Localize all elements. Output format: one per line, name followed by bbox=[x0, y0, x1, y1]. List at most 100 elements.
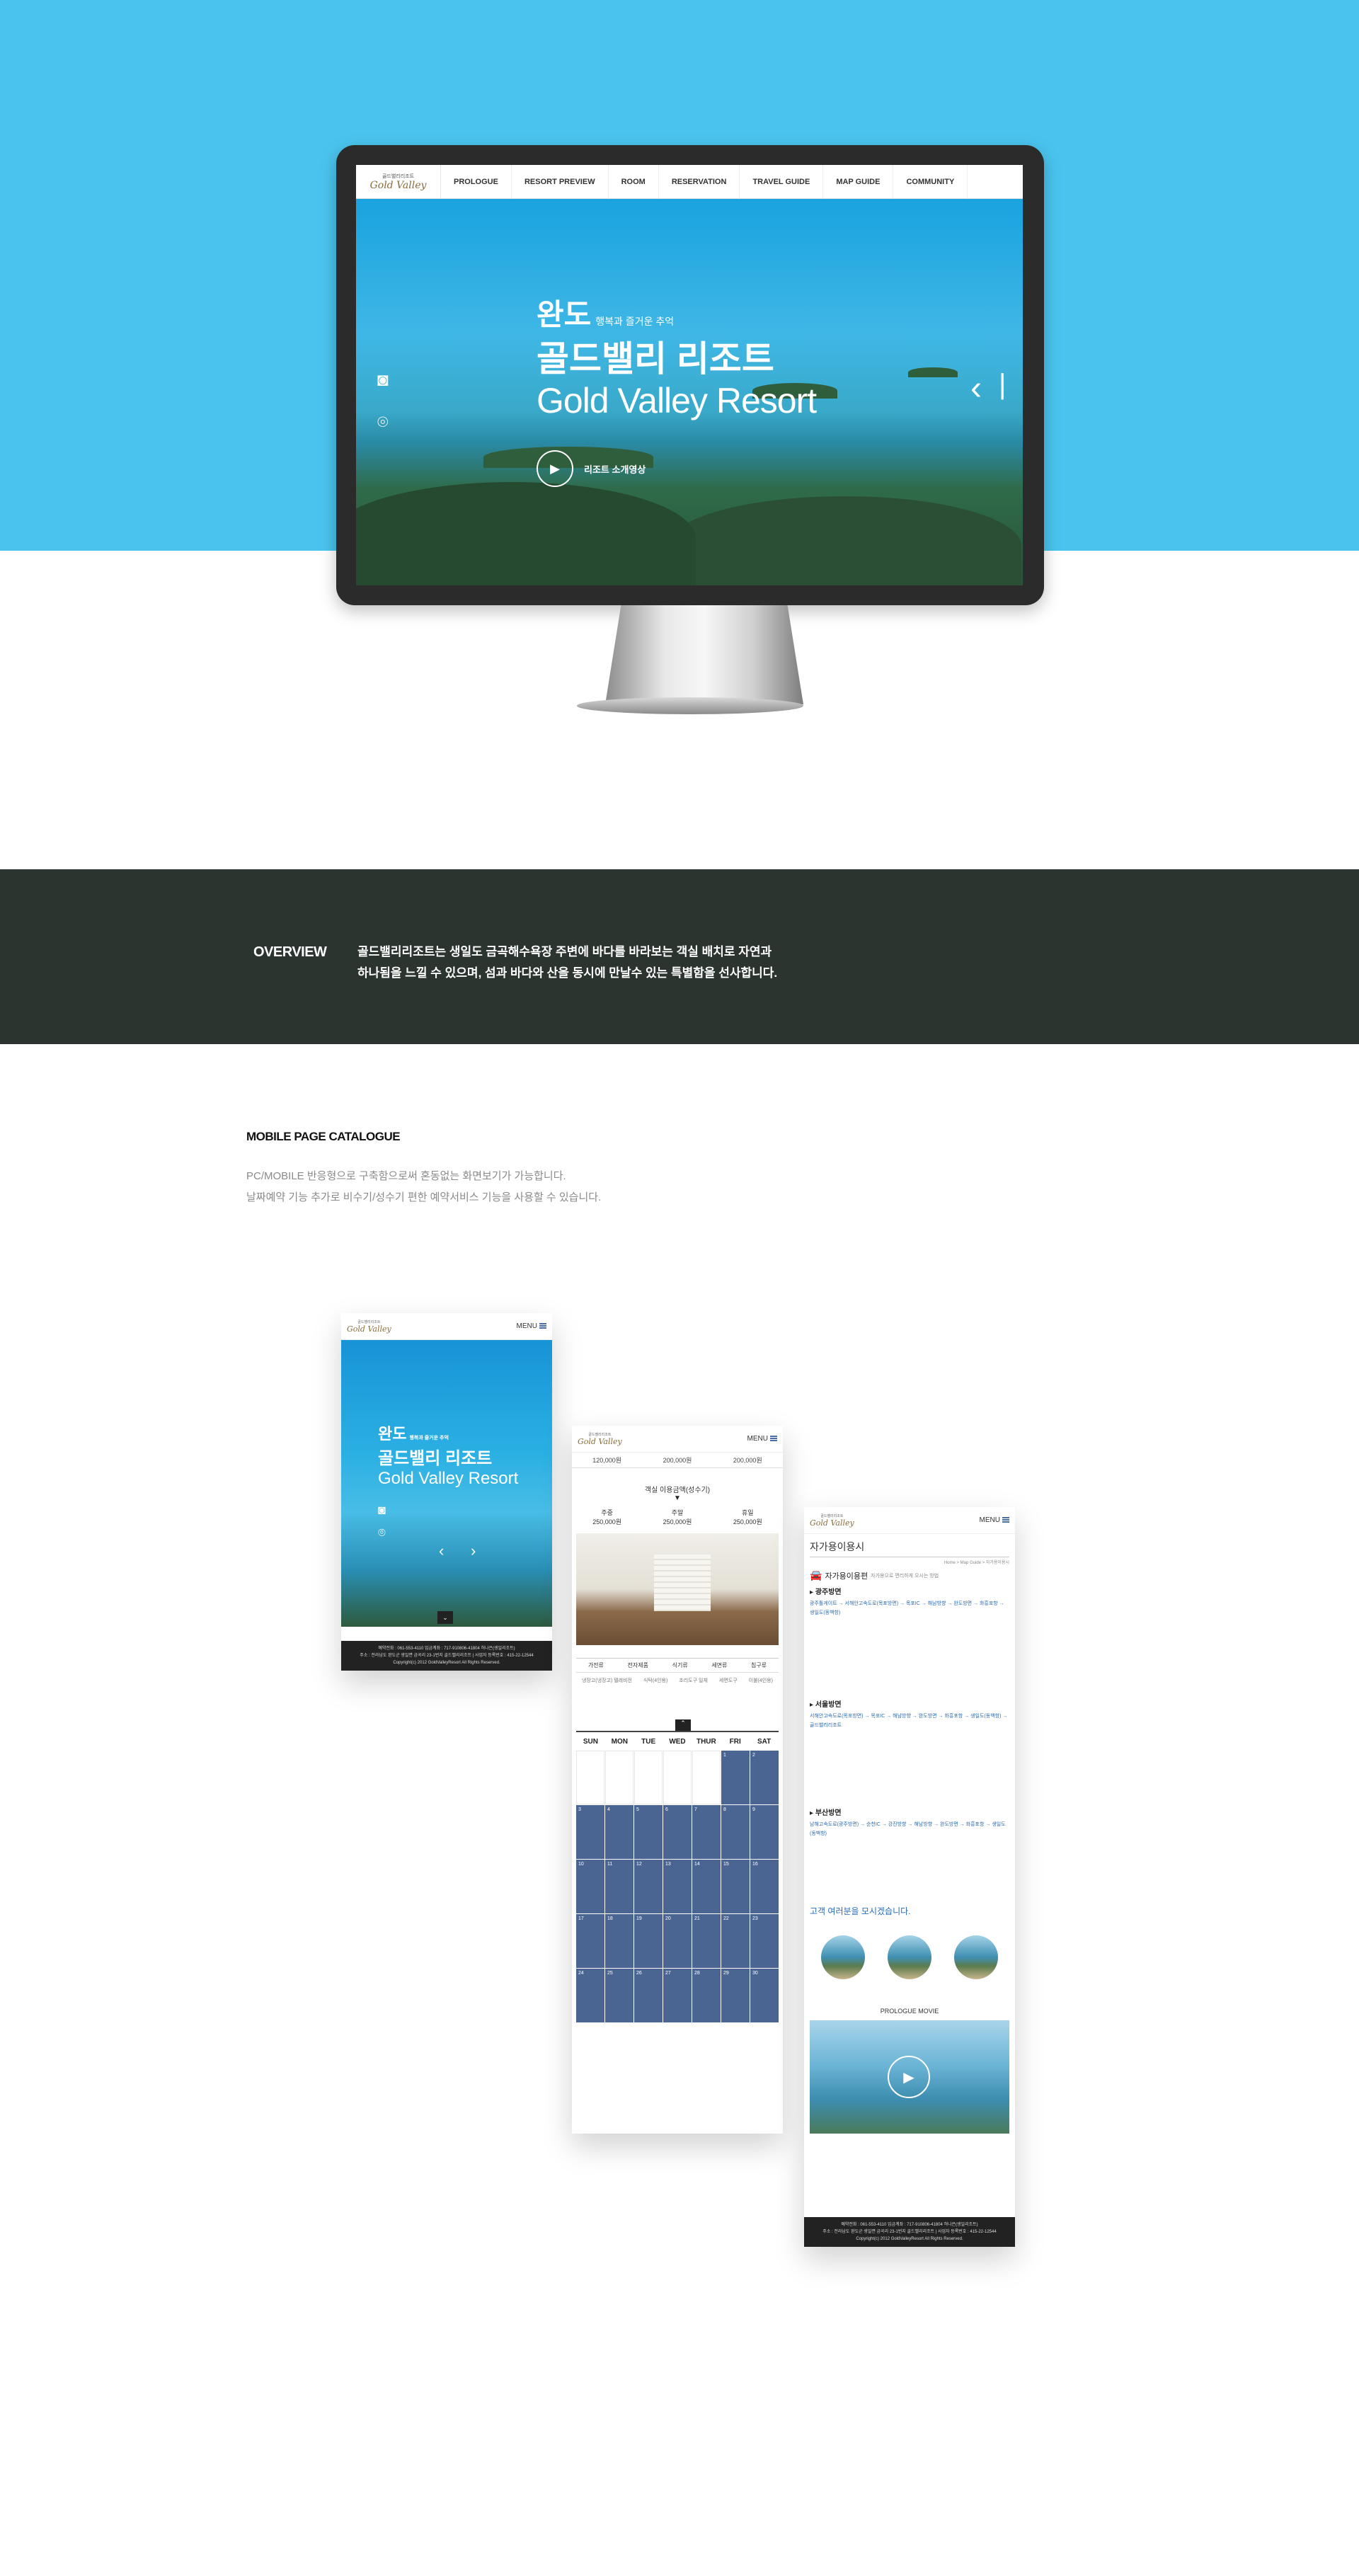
gallery-thumb[interactable] bbox=[821, 1935, 865, 1979]
calendar-day[interactable]: 9 bbox=[750, 1805, 779, 1859]
mobile-logo[interactable]: 골드밸리리조트 Gold Valley bbox=[810, 1513, 854, 1528]
calendar-day[interactable]: 15 bbox=[721, 1860, 750, 1913]
movie-title: PROLOGUE MOVIE bbox=[880, 2008, 939, 2015]
pause-icon[interactable]: | bbox=[999, 369, 1006, 401]
prev-arrow-icon[interactable]: ‹ bbox=[970, 369, 982, 408]
footer-line-2: 주소 : 전라남도 완도군 생일면 금곡리 23-1번지 골드밸리리조트 | 사… bbox=[360, 1654, 534, 1658]
hero-banner: ◙ ⌾ ‹ | 완도 행복과 즐거운 추억 골드밸리 리조트 Gold Valle… bbox=[356, 199, 1023, 585]
play-video-label[interactable]: 리조트 소개영상 bbox=[584, 462, 646, 476]
mobile-header: 골드밸리리조트 Gold Valley MENU bbox=[572, 1426, 783, 1453]
menu-label: MENU bbox=[516, 1322, 537, 1330]
weekday-label: WED bbox=[669, 1737, 686, 1746]
weekday-label: SAT bbox=[757, 1737, 772, 1746]
calendar-day[interactable]: 1 bbox=[721, 1751, 750, 1804]
footer-copyright: Copyright(c) 2012 GoldValleyResort All R… bbox=[856, 2237, 963, 2241]
gallery-thumb[interactable] bbox=[954, 1935, 998, 1979]
calendar-day[interactable]: 25 bbox=[605, 1969, 633, 2022]
camera-icon[interactable]: ◙ bbox=[378, 1503, 386, 1518]
calendar-day[interactable]: 11 bbox=[605, 1860, 633, 1913]
mobile-menu-button[interactable]: MENU bbox=[517, 1322, 546, 1330]
calendar-day[interactable]: 27 bbox=[663, 1969, 692, 2022]
nav-community[interactable]: COMMUNITY bbox=[893, 165, 968, 199]
mobile-logo[interactable]: 골드밸리리조트 Gold Valley bbox=[347, 1320, 391, 1334]
calendar-day[interactable]: 18 bbox=[605, 1914, 633, 1968]
overview-line-2: 하나됨을 느낄 수 있으며, 섬과 바다와 산을 동시에 만날수 있는 특별함을… bbox=[357, 966, 778, 980]
price-value: 200,000원 bbox=[663, 1457, 692, 1464]
calendar-day[interactable]: 5 bbox=[634, 1805, 663, 1859]
calendar-day[interactable]: 21 bbox=[692, 1914, 721, 1968]
mobile-menu-button[interactable]: MENU bbox=[980, 1516, 1009, 1524]
calendar-day[interactable]: 10 bbox=[576, 1860, 604, 1913]
mobile-logo-korean: 골드밸리리조트 bbox=[820, 1513, 844, 1518]
location-pin-icon[interactable]: ⌾ bbox=[378, 1525, 386, 1540]
amenity-header: 가전류 bbox=[587, 1662, 604, 1668]
calendar-day[interactable]: 23 bbox=[750, 1914, 779, 1968]
gallery-thumb[interactable] bbox=[888, 1935, 931, 1979]
calendar-day[interactable]: 26 bbox=[634, 1969, 663, 2022]
calendar-day[interactable]: 29 bbox=[721, 1969, 750, 2022]
menu-label: MENU bbox=[747, 1435, 768, 1443]
calendar-day[interactable]: 30 bbox=[750, 1969, 779, 2022]
play-icon[interactable]: ▶ bbox=[888, 2056, 930, 2098]
nav-reservation[interactable]: RESERVATION bbox=[659, 165, 740, 199]
amenity-value: 세면도구 bbox=[718, 1678, 738, 1683]
nav-prologue[interactable]: PROLOGUE bbox=[441, 165, 512, 199]
calendar-empty-cell bbox=[605, 1751, 633, 1804]
car-subtitle: 자가용으로 편리하게 오시는 방법 bbox=[871, 1573, 939, 1579]
calendar-empty-cell bbox=[576, 1751, 604, 1804]
calendar-day[interactable]: 6 bbox=[663, 1805, 692, 1859]
calendar-day[interactable]: 4 bbox=[605, 1805, 633, 1859]
mobile-mockup-map: 골드밸리리조트 Gold Valley MENU 자가용이용시 Home > M… bbox=[804, 1507, 1015, 2247]
nav-resort-preview[interactable]: RESORT PREVIEW bbox=[512, 165, 609, 199]
calendar-day[interactable]: 12 bbox=[634, 1860, 663, 1913]
weekday-label: SUN bbox=[583, 1737, 598, 1746]
play-video-button[interactable]: ▶ bbox=[537, 450, 573, 487]
amenity-value: 이불(4인용) bbox=[748, 1678, 773, 1683]
rate-table: 주중 250,000원 주말 250,000원 휴일 250,000원 bbox=[572, 1508, 783, 1526]
mobile-menu-button[interactable]: MENU bbox=[747, 1435, 777, 1443]
calendar-day[interactable]: 24 bbox=[576, 1969, 604, 2022]
footer-copyright: Copyright(c) 2012 GoldValleyResort All R… bbox=[393, 1661, 500, 1665]
calendar-day[interactable]: 3 bbox=[576, 1805, 604, 1859]
mobile-footer: 예약전화 : 061-553-4110 입금계좌 : 717-910806-41… bbox=[341, 1641, 552, 1671]
amenity-header: 식기류 bbox=[672, 1662, 688, 1668]
catalogue-desc-2: 날짜예약 기능 추가로 비수기/성수기 편한 예약서비스 기능을 사용할 수 있… bbox=[246, 1191, 602, 1203]
calendar-day[interactable]: 8 bbox=[721, 1805, 750, 1859]
mobile-header: 골드밸리리조트 Gold Valley MENU bbox=[804, 1507, 1015, 1534]
monitor-screen: 골드밸리리조트 Gold Valley PROLOGUE RESORT PREV… bbox=[356, 165, 1023, 585]
amenity-table: 가전류 전자제품 식기류 세면류 침구류 냉장고(냉장고) 텔레비전 식탁(4인… bbox=[576, 1658, 779, 1688]
calendar-day[interactable]: 20 bbox=[663, 1914, 692, 1968]
nav-map-guide[interactable]: MAP GUIDE bbox=[823, 165, 894, 199]
calendar-weekdays: SUN MON TUE WED THUR FRI SAT bbox=[576, 1732, 779, 1751]
calendar-day[interactable]: 14 bbox=[692, 1860, 721, 1913]
mobile-hero-line1: 완도 bbox=[378, 1425, 407, 1443]
mobile-hero-line2: 골드밸리 리조트 bbox=[378, 1449, 493, 1468]
movie-player[interactable]: ▶ bbox=[810, 2020, 1009, 2134]
calendar-day[interactable]: 19 bbox=[634, 1914, 663, 1968]
scroll-down-icon[interactable]: ⌄ bbox=[437, 1611, 453, 1624]
nav-travel-guide[interactable]: TRAVEL GUIDE bbox=[740, 165, 824, 199]
nav-room[interactable]: ROOM bbox=[609, 165, 659, 199]
mobile-logo-wordmark: Gold Valley bbox=[347, 1324, 391, 1334]
route-text-value: 서해안고속도로(목포방면) → 목포IC → 해남방향 → 완도방면 → 화흥포… bbox=[810, 1714, 1008, 1728]
location-pin-icon[interactable]: ⌾ bbox=[377, 411, 389, 434]
calendar-day[interactable]: 28 bbox=[692, 1969, 721, 2022]
site-logo[interactable]: 골드밸리리조트 Gold Valley bbox=[356, 165, 441, 199]
mobile-logo-wordmark: Gold Valley bbox=[810, 1518, 854, 1528]
footer-line-1: 예약전화 : 061-553-4110 입금계좌 : 717-910806-41… bbox=[378, 1647, 515, 1651]
next-arrow-icon[interactable]: › bbox=[471, 1542, 476, 1560]
mobile-logo[interactable]: 골드밸리리조트 Gold Valley bbox=[578, 1432, 622, 1446]
calendar-day[interactable]: 2 bbox=[750, 1751, 779, 1804]
scroll-up-icon[interactable]: ⌃ bbox=[675, 1719, 691, 1731]
calendar-day[interactable]: 17 bbox=[576, 1914, 604, 1968]
calendar-day[interactable]: 16 bbox=[750, 1860, 779, 1913]
camera-icon[interactable]: ◙ bbox=[377, 369, 389, 391]
calendar-day[interactable]: 22 bbox=[721, 1914, 750, 1968]
page-title: 자가용이용시 bbox=[810, 1540, 1009, 1557]
calendar-day[interactable]: 7 bbox=[692, 1805, 721, 1859]
calendar-day[interactable]: 13 bbox=[663, 1860, 692, 1913]
island-shape bbox=[908, 367, 958, 377]
route-heading-label: 광주방면 bbox=[815, 1588, 842, 1596]
prev-arrow-icon[interactable]: ‹ bbox=[439, 1542, 444, 1560]
rate-price: 250,000원 bbox=[733, 1518, 762, 1525]
